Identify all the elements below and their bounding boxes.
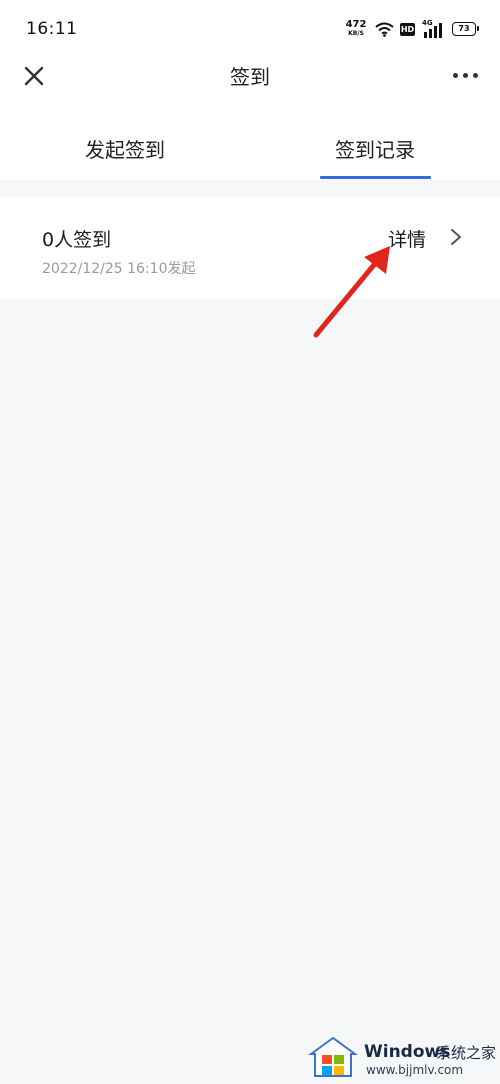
active-tab-indicator [320,176,431,179]
nav-bar: 签到 [0,58,500,120]
screen: 16:11 472 KB/S HD 4G 73 签到 发起签到 签到记录 0人签… [0,0,500,1084]
record-time: 2022/12/25 16:10发起 [42,261,196,277]
page-title: 签到 [230,65,270,89]
record-title: 0人签到 [42,229,112,251]
battery-icon: 73 [452,22,479,36]
tab-bar: 发起签到 签到记录 [0,120,500,180]
signal-bars-icon [424,23,442,38]
more-dot-icon [453,73,458,78]
watermark: Windows 系统之家 www.bjjmlv.com [302,1030,500,1084]
watermark-cn-text: 系统之家 [436,1044,497,1062]
tab-checkin-records[interactable]: 签到记录 [250,134,500,163]
more-dot-icon [473,73,478,78]
cellular-signal: 4G [422,19,446,38]
chevron-right-icon[interactable] [450,228,462,246]
status-bar: 16:11 472 KB/S HD 4G 73 [0,0,500,58]
network-speed-value: 472 [345,19,367,30]
network-speed-indicator: 472 KB/S [344,20,368,38]
network-speed-unit: KB/S [348,30,364,37]
list-item[interactable]: 0人签到 2022/12/25 16:10发起 详情 [0,197,500,299]
more-button[interactable] [450,66,484,86]
windows-logo-icon [308,1036,358,1077]
annotation-arrow-icon [313,246,390,338]
wifi-icon [375,22,394,37]
watermark-url: www.bjjmlv.com [366,1063,464,1077]
tab-start-checkin[interactable]: 发起签到 [0,134,250,163]
more-dot-icon [463,73,468,78]
hd-badge: HD [400,23,415,36]
status-time: 16:11 [26,19,78,39]
